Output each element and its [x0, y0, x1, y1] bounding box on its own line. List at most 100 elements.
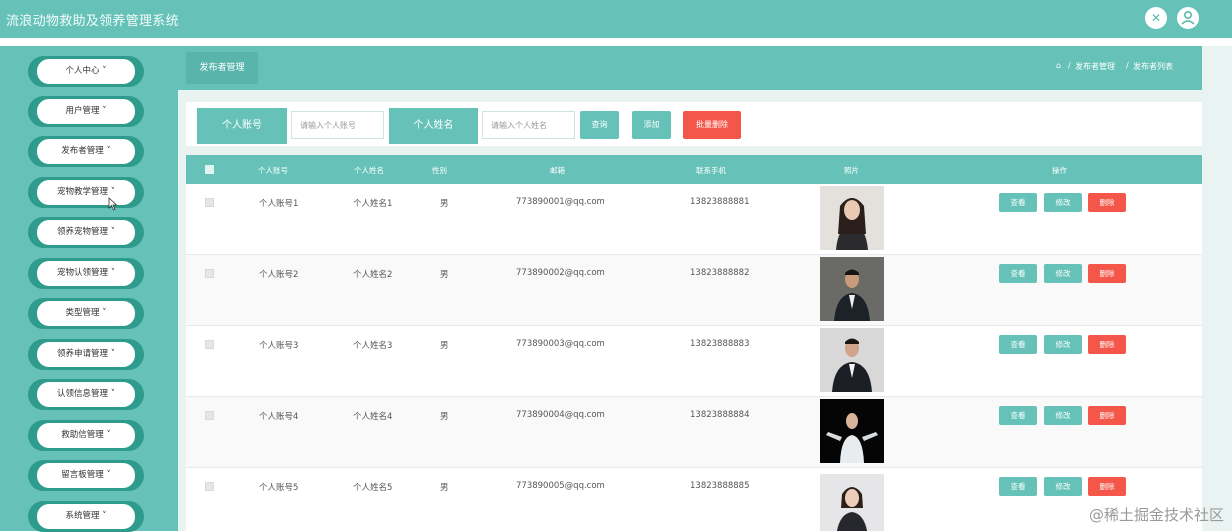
cell-phone: 13823888881 [690, 197, 750, 207]
table-header: 个人账号 个人姓名 性别 邮箱 联系手机 照片 操作 [186, 155, 1202, 184]
edit-button[interactable]: 修改 [1044, 193, 1082, 212]
portrait-photo [820, 328, 884, 392]
cell-phone: 13823888883 [690, 339, 750, 349]
column-header-account[interactable]: 个人账号 [258, 165, 288, 176]
delete-button[interactable]: 删除 [1088, 193, 1126, 212]
sidebar-item-pet-teaching[interactable]: 宠物教学管理 ˅ [28, 177, 144, 208]
cell-email: 773890001@qq.com [516, 197, 605, 207]
column-header-email[interactable]: 邮箱 [550, 165, 565, 176]
cell-email: 773890002@qq.com [516, 268, 605, 278]
table-row: 个人账号5 个人姓名5 男 773890005@qq.com 138238888… [186, 468, 1202, 531]
sidebar-item-label: 领养宠物管理 ˅ [37, 220, 135, 245]
sidebar-item-user-management[interactable]: 用户管理 ˅ [28, 96, 144, 127]
sidebar-item-message-board[interactable]: 留言板管理 ˅ [28, 460, 144, 491]
sidebar-item-claim-info[interactable]: 认领信息管理 ˅ [28, 379, 144, 410]
name-search-input[interactable] [482, 111, 575, 139]
cell-account: 个人账号2 [259, 270, 299, 280]
cell-account: 个人账号4 [259, 412, 299, 422]
sidebar-item-type-management[interactable]: 类型管理 ˅ [28, 298, 144, 329]
sidebar-item-adoption-application[interactable]: 领养申请管理 ˅ [28, 339, 144, 370]
view-button[interactable]: 查看 [999, 406, 1037, 425]
cell-name: 个人姓名3 [353, 341, 393, 351]
edit-button[interactable]: 修改 [1044, 406, 1082, 425]
cell-account: 个人账号5 [259, 483, 299, 493]
cell-name: 个人姓名2 [353, 270, 393, 280]
breadcrumb-separator: / [1068, 61, 1071, 70]
tab-publisher-management[interactable]: 发布者管理 [186, 52, 258, 84]
sidebar-item-publisher-management[interactable]: 发布者管理 ˅ [28, 136, 144, 167]
delete-button[interactable]: 删除 [1088, 335, 1126, 354]
delete-button[interactable]: 删除 [1088, 477, 1126, 496]
sidebar-item-label: 领养申请管理 ˅ [37, 342, 135, 367]
cell-phone: 13823888884 [690, 410, 750, 420]
sidebar-item-label: 宠物教学管理 ˅ [37, 180, 135, 205]
row-checkbox[interactable] [205, 411, 214, 420]
add-button[interactable]: 添加 [632, 111, 671, 139]
table-row: 个人账号4 个人姓名4 男 773890004@qq.com 138238888… [186, 397, 1202, 468]
content-header: 发布者管理 ⌂ / 发布者管理 / 发布者列表 [178, 46, 1202, 90]
edit-button[interactable]: 修改 [1044, 477, 1082, 496]
top-bar: 流浪动物救助及领养管理系统 ✕ [0, 0, 1232, 38]
view-button[interactable]: 查看 [999, 477, 1037, 496]
account-search-input[interactable] [291, 111, 384, 139]
portrait-photo [820, 257, 884, 321]
user-icon[interactable] [1177, 7, 1199, 29]
cell-phone: 13823888882 [690, 268, 750, 278]
sidebar-item-label: 救助信管理 ˅ [37, 423, 135, 448]
table-row: 个人账号3 个人姓名3 男 773890003@qq.com 138238888… [186, 326, 1202, 397]
batch-delete-button[interactable]: 批量删除 [683, 111, 741, 139]
sidebar-item-label: 类型管理 ˅ [37, 301, 135, 326]
sidebar-item-pet-claim[interactable]: 宠物认领管理 ˅ [28, 258, 144, 289]
cell-account: 个人账号3 [259, 341, 299, 351]
row-checkbox[interactable] [205, 198, 214, 207]
column-header-gender[interactable]: 性别 [432, 165, 447, 176]
cell-email: 773890005@qq.com [516, 481, 605, 491]
top-bar-divider [0, 38, 1232, 46]
cell-gender: 男 [440, 270, 449, 280]
edit-button[interactable]: 修改 [1044, 264, 1082, 283]
home-icon[interactable]: ⌂ [1056, 61, 1061, 70]
breadcrumb-publisher-management[interactable]: 发布者管理 [1075, 61, 1115, 72]
select-all-checkbox[interactable] [205, 165, 214, 174]
name-label: 个人姓名 [389, 108, 478, 144]
row-checkbox[interactable] [205, 340, 214, 349]
column-header-name[interactable]: 个人姓名 [354, 165, 384, 176]
sidebar-item-label: 宠物认领管理 ˅ [37, 261, 135, 286]
query-button[interactable]: 查询 [580, 111, 619, 139]
mouse-cursor-icon [108, 196, 118, 215]
delete-button[interactable]: 删除 [1088, 406, 1126, 425]
cell-gender: 男 [440, 483, 449, 493]
cell-gender: 男 [440, 199, 449, 209]
delete-button[interactable]: 删除 [1088, 264, 1126, 283]
cell-name: 个人姓名5 [353, 483, 393, 493]
breadcrumb-publisher-list: 发布者列表 [1133, 62, 1173, 71]
column-header-phone[interactable]: 联系手机 [696, 165, 726, 176]
edit-button[interactable]: 修改 [1044, 335, 1082, 354]
cell-gender: 男 [440, 341, 449, 351]
settings-icon[interactable]: ✕ [1145, 7, 1167, 29]
cell-name: 个人姓名1 [353, 199, 393, 209]
sidebar-item-adopt-pet[interactable]: 领养宠物管理 ˅ [28, 217, 144, 248]
view-button[interactable]: 查看 [999, 264, 1037, 283]
table-row: 个人账号1 个人姓名1 男 773890001@qq.com 138238888… [186, 184, 1202, 255]
sidebar-item-label: 系统管理 ˅ [37, 504, 135, 529]
cell-email: 773890004@qq.com [516, 410, 605, 420]
column-header-actions: 操作 [1052, 166, 1067, 175]
portrait-photo [820, 474, 884, 531]
table-row: 个人账号2 个人姓名2 男 773890002@qq.com 138238888… [186, 255, 1202, 326]
data-table: 个人账号 个人姓名 性别 邮箱 联系手机 照片 操作 个人账号1 个人姓名1 男… [186, 155, 1202, 531]
sidebar-item-personal-center[interactable]: 个人中心 ˅ [28, 56, 144, 87]
breadcrumb-separator: / [1126, 61, 1129, 70]
portrait-photo [820, 399, 884, 463]
sidebar-item-rescue-info[interactable]: 救助信管理 ˅ [28, 420, 144, 451]
row-checkbox[interactable] [205, 482, 214, 491]
sidebar-item-label: 留言板管理 ˅ [37, 463, 135, 488]
view-button[interactable]: 查看 [999, 193, 1037, 212]
view-button[interactable]: 查看 [999, 335, 1037, 354]
row-checkbox[interactable] [205, 269, 214, 278]
cell-gender: 男 [440, 412, 449, 422]
portrait-photo [820, 186, 884, 250]
sidebar-item-system-management[interactable]: 系统管理 ˅ [28, 501, 144, 532]
column-header-photo: 照片 [844, 166, 859, 175]
sidebar: 个人中心 ˅ 用户管理 ˅ 发布者管理 ˅ 宠物教学管理 ˅ 领养宠物管理 ˅ … [0, 46, 178, 532]
